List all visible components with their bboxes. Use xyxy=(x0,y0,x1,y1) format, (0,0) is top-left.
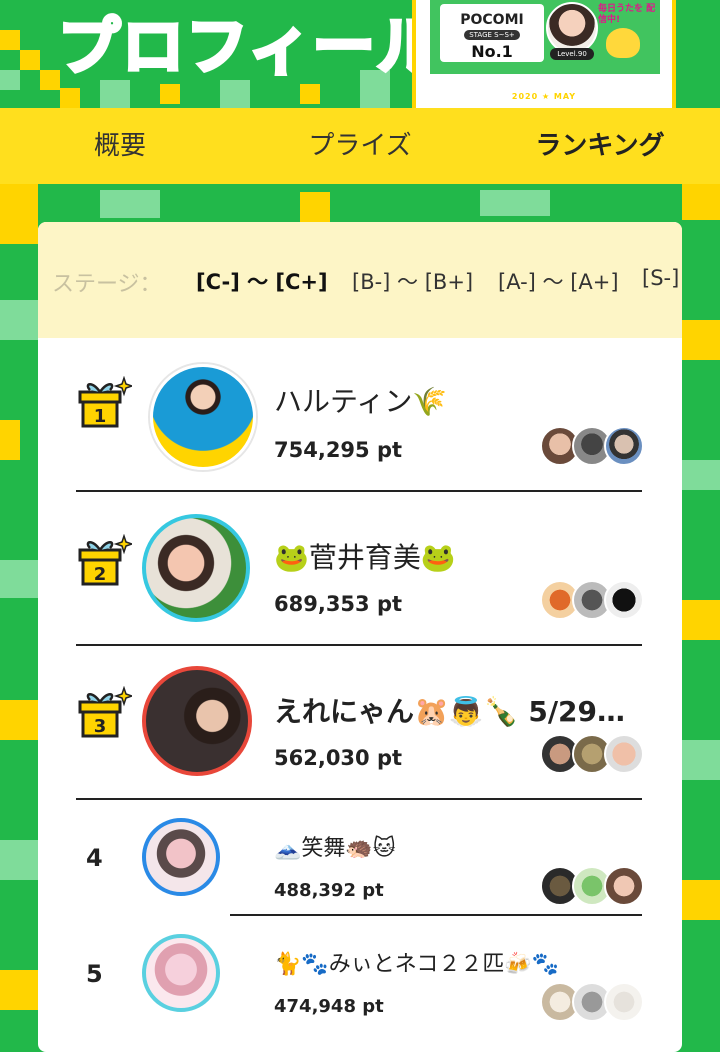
avatar[interactable] xyxy=(142,818,220,896)
avatar[interactable] xyxy=(142,514,250,622)
rank-1-gift-icon: 1 xyxy=(78,376,132,428)
tab-ranking[interactable]: ランキング xyxy=(510,108,690,184)
supporter-avatar[interactable] xyxy=(604,982,644,1022)
supporter-avatars[interactable] xyxy=(540,866,644,906)
profile-banner: プロフィール POCOMI STAGE S~S+ No.1 Level.90 毎… xyxy=(0,0,720,108)
user-points: 474,948 pt xyxy=(274,996,384,1017)
user-points: 754,295 pt xyxy=(274,438,403,462)
tab-prize[interactable]: プライズ xyxy=(280,108,440,184)
stage-filter: ステージ： [C-] 〜 [C+] [B-] 〜 [B+] [A-] 〜 [A+… xyxy=(38,222,682,338)
ranking-row[interactable]: 4 🗻笑舞🦔🐱 488,392 pt xyxy=(38,800,682,916)
rank-5-number: 5 xyxy=(86,960,103,988)
avatar[interactable] xyxy=(142,666,252,776)
user-name[interactable]: 🐸菅井育美🐸 xyxy=(274,536,456,576)
user-name[interactable]: えれにゃん🐹👼🍾 5/29… xyxy=(274,690,625,730)
supporter-avatar[interactable] xyxy=(604,734,644,774)
duck-icon xyxy=(606,28,640,58)
rank-4-number: 4 xyxy=(86,844,103,872)
rank-3-gift-icon: 3 xyxy=(78,686,132,738)
rank-3-number: 3 xyxy=(94,716,107,737)
user-points: 562,030 pt xyxy=(274,746,403,770)
pocomi-rank-box: POCOMI STAGE S~S+ No.1 xyxy=(440,4,544,62)
stage-label: ステージ： xyxy=(52,272,162,297)
user-name[interactable]: 🐈🐾みぃとネコ２２匹🍻🐾 xyxy=(274,946,559,978)
supporter-avatar[interactable] xyxy=(604,426,644,466)
ranking-panel: ステージ： [C-] 〜 [C+] [B-] 〜 [B+] [A-] 〜 [A+… xyxy=(38,222,682,1052)
avatar[interactable] xyxy=(150,364,256,470)
supporter-avatars[interactable] xyxy=(540,734,644,774)
stage-badge: STAGE S~S+ xyxy=(464,30,520,40)
rank-no1: No.1 xyxy=(471,42,513,61)
stage-option-a[interactable]: [A-] 〜 [A+] xyxy=(498,266,619,296)
ranking-row[interactable]: 5 🐈🐾みぃとネコ２２匹🍻🐾 474,948 pt xyxy=(38,916,682,1032)
page-title: プロフィール xyxy=(56,8,441,85)
user-name[interactable]: ハルティン🌾 xyxy=(274,380,447,420)
event-banner[interactable]: POCOMI STAGE S~S+ No.1 Level.90 毎日うたを 配信… xyxy=(412,0,676,108)
tab-bar: 概要 プライズ ランキング xyxy=(0,108,720,184)
banner-date: 2020 ★ MAY xyxy=(511,92,577,101)
user-points: 488,392 pt xyxy=(274,880,384,901)
pocomi-logo: POCOMI xyxy=(460,12,524,28)
avatar[interactable] xyxy=(142,934,220,1012)
supporter-avatar[interactable] xyxy=(604,866,644,906)
rank-2-gift-icon: 2 xyxy=(78,534,132,586)
supporter-avatars[interactable] xyxy=(540,982,644,1022)
level-badge: Level.90 xyxy=(550,48,594,60)
tab-overview[interactable]: 概要 xyxy=(60,108,180,184)
supporter-avatars[interactable] xyxy=(540,426,644,466)
rank-1-number: 1 xyxy=(94,406,107,427)
ranking-row[interactable]: 3 えれにゃん🐹👼🍾 5/29… 562,030 pt xyxy=(38,646,682,800)
supporter-avatar[interactable] xyxy=(604,580,644,620)
daily-stream-text: 毎日うたを 配信中! xyxy=(598,4,656,25)
ranking-row[interactable]: 2 🐸菅井育美🐸 689,353 pt xyxy=(38,492,682,646)
rank-2-number: 2 xyxy=(94,564,107,585)
user-points: 689,353 pt xyxy=(274,592,403,616)
user-name[interactable]: 🗻笑舞🦔🐱 xyxy=(274,830,396,862)
stage-option-c[interactable]: [C-] 〜 [C+] xyxy=(196,266,328,296)
supporter-avatars[interactable] xyxy=(540,580,644,620)
stage-option-b[interactable]: [B-] 〜 [B+] xyxy=(352,266,473,296)
featured-avatar xyxy=(546,2,598,54)
ranking-row[interactable]: 1 ハルティン🌾 754,295 pt xyxy=(38,338,682,492)
stage-option-s[interactable]: [S-] xyxy=(642,266,679,290)
